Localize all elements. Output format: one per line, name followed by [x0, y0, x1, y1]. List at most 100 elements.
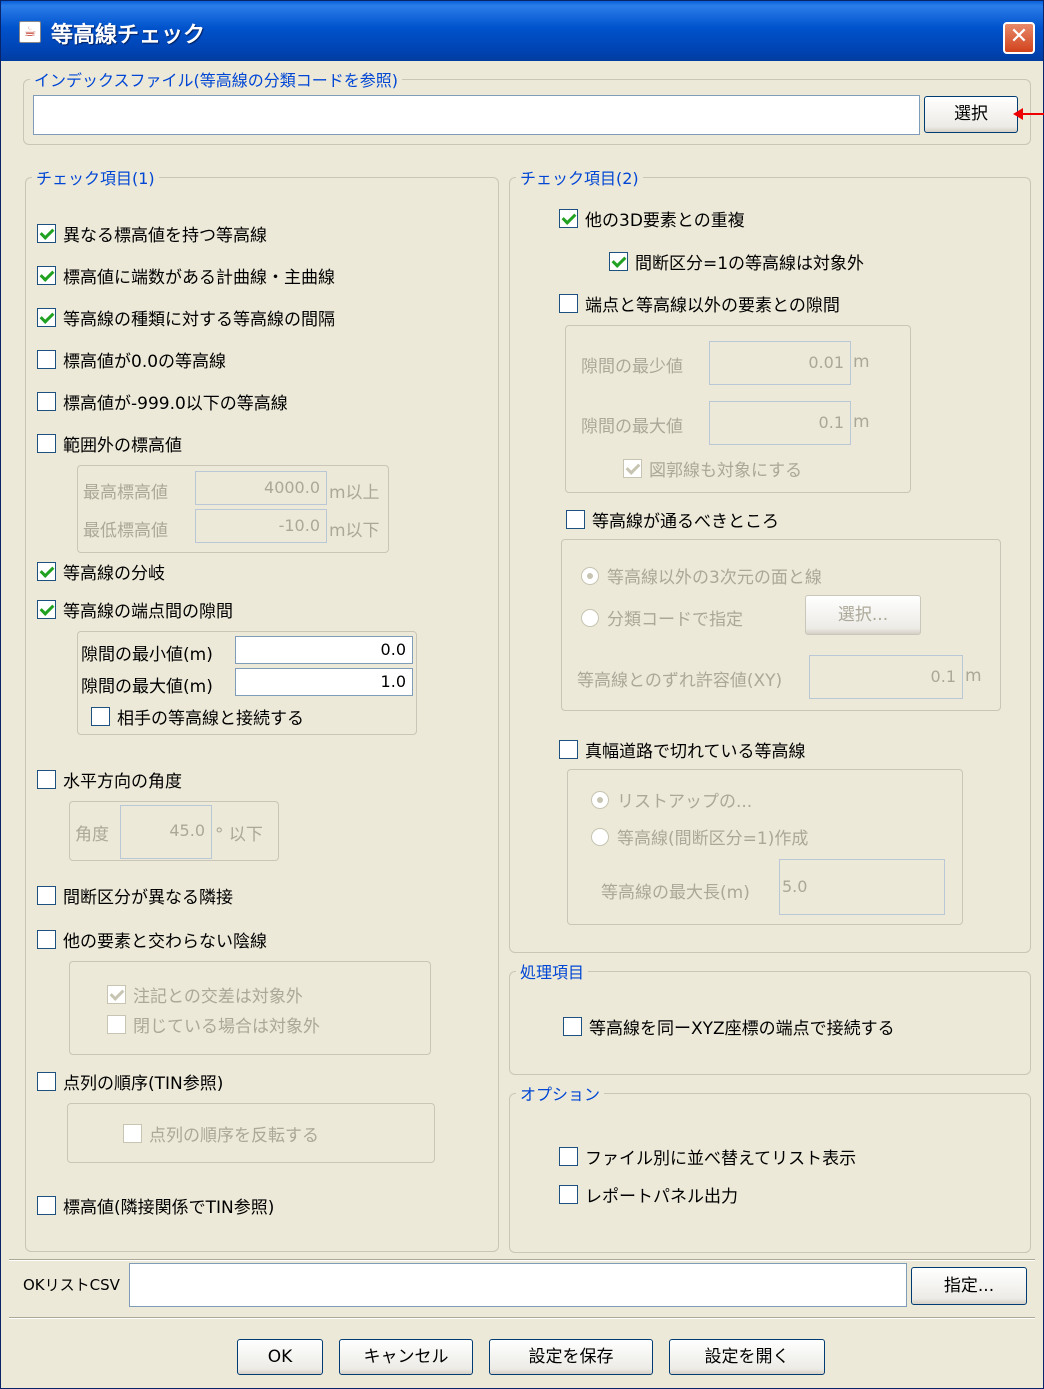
dialog-window: ☕ 等高線チェック ✕ インデックスファイル(等高線の分類コードを参照) 選択 … [0, 0, 1044, 1389]
radio-3d-surfaces-label: 等高線以外の3次元の面と線 [607, 568, 822, 588]
check-sort-by-file[interactable]: ファイル別に並べ替えてリスト表示 [559, 1144, 856, 1169]
check-road-cut[interactable]: 真幅道路で切れている等高線 [559, 737, 806, 762]
checkbox-checked[interactable] [37, 266, 56, 285]
checkbox[interactable] [563, 1017, 582, 1036]
title-bar[interactable]: ☕ 等高線チェック ✕ [1, 1, 1043, 61]
check-different-elev[interactable]: 異なる標高値を持つ等高線 [37, 221, 267, 246]
check-should-pass[interactable]: 等高線が通るべきところ [566, 507, 779, 532]
cancel-button[interactable]: キャンセル [339, 1339, 473, 1375]
radio-listup[interactable]: リストアップの... [591, 787, 752, 812]
checkbox-checked[interactable] [37, 562, 56, 581]
checkbox[interactable] [566, 510, 585, 529]
check-break-adjacent-label: 間断区分が異なる隣接 [63, 888, 233, 908]
checkbox[interactable] [559, 1185, 578, 1204]
gap-max-input[interactable]: 1.0 [235, 668, 413, 696]
checkbox[interactable] [37, 350, 56, 369]
check-fraction[interactable]: 標高値に端数がある計曲線・主曲線 [37, 263, 335, 288]
checkbox[interactable] [37, 1196, 56, 1215]
check-frame-line[interactable]: 図郭線も対象にする [623, 456, 802, 481]
radio-code[interactable]: 分類コードで指定 [581, 605, 743, 630]
gap-max-label: 隙間の最大値(m) [81, 677, 213, 697]
max-elev-unit: m以上 [329, 483, 380, 503]
checkbox[interactable] [37, 770, 56, 789]
separator-bottom [9, 1317, 1035, 1319]
check-report-panel-label: レポートパネル出力 [585, 1187, 738, 1207]
checkbox-checked[interactable] [37, 600, 56, 619]
check-interval[interactable]: 等高線の種類に対する等高線の間隔 [37, 305, 335, 330]
checkbox[interactable] [559, 740, 578, 759]
check-connect-xyz[interactable]: 等高線を同ーXYZ座標の端点で接続する [563, 1014, 895, 1039]
gap-min-input[interactable]: 0.0 [235, 636, 413, 664]
check-branch[interactable]: 等高線の分岐 [37, 559, 165, 584]
ok-list-specify-button[interactable]: 指定... [911, 1267, 1027, 1305]
checkbox-checked-disabled[interactable] [107, 985, 126, 1004]
close-button[interactable]: ✕ [1003, 22, 1035, 54]
check-overlap-3d[interactable]: 他の3D要素との重複 [559, 206, 745, 231]
check-report-panel[interactable]: レポートパネル出力 [559, 1182, 738, 1207]
checkbox-checked[interactable] [37, 224, 56, 243]
check-connect-partner[interactable]: 相手の等高線と接続する [91, 704, 304, 729]
checkbox[interactable] [559, 294, 578, 313]
check-hidden-line[interactable]: 他の要素と交わらない陰線 [37, 927, 267, 952]
tolerance-input[interactable]: 0.1 [809, 655, 963, 699]
max-elev-input[interactable]: 4000.0 [195, 471, 327, 505]
index-file-input[interactable] [33, 95, 920, 135]
ok-list-input[interactable] [129, 1263, 907, 1307]
gap-min2-input[interactable]: 0.01 [709, 341, 851, 385]
check-sort-by-file-label: ファイル別に並べ替えてリスト表示 [585, 1149, 857, 1169]
check-break1-excluded-label: 間断区分=1の等高線は対象外 [635, 254, 865, 274]
ok-button[interactable]: OK [237, 1339, 323, 1375]
radio-disabled[interactable] [591, 827, 609, 846]
code-select-label: 選択... [837, 605, 889, 625]
checkbox-disabled[interactable] [123, 1124, 142, 1143]
checkbox-checked-disabled[interactable] [623, 459, 642, 478]
check-break1-excluded[interactable]: 間断区分=1の等高線は対象外 [609, 249, 864, 274]
open-settings-button[interactable]: 設定を開く [669, 1339, 825, 1375]
radio-selected-disabled[interactable] [581, 566, 599, 585]
angle-input[interactable]: 45.0 [120, 805, 212, 859]
checkbox[interactable] [37, 930, 56, 949]
check-break-adjacent[interactable]: 間断区分が異なる隣接 [37, 883, 233, 908]
angle-label: 角度 [75, 825, 109, 845]
check-annotation-excluded[interactable]: 注記との交差は対象外 [107, 982, 303, 1007]
max-length-input[interactable]: 5.0 [779, 859, 945, 915]
tolerance-unit: m [965, 666, 982, 686]
check-closed-excluded[interactable]: 閉じている場合は対象外 [107, 1012, 320, 1037]
radio-code-label: 分類コードで指定 [607, 610, 743, 630]
radio-3d-surfaces[interactable]: 等高線以外の3次元の面と線 [581, 563, 822, 588]
checkbox-checked[interactable] [559, 209, 578, 228]
gap-max2-input[interactable]: 0.1 [709, 401, 851, 445]
checkbox[interactable] [37, 434, 56, 453]
save-settings-button[interactable]: 設定を保存 [489, 1339, 653, 1375]
check-zero-label: 標高値が0.0の等高線 [63, 352, 227, 372]
radio-disabled[interactable] [581, 608, 599, 627]
check-horizontal-angle[interactable]: 水平方向の角度 [37, 767, 182, 792]
min-elev-unit: m以下 [329, 521, 380, 541]
checkbox[interactable] [37, 392, 56, 411]
radio-create[interactable]: 等高線(間断区分=1)作成 [591, 824, 808, 849]
check1-legend: チェック項目(1) [36, 169, 155, 188]
check-elev-adjacency[interactable]: 標高値(隣接関係でTIN参照) [37, 1193, 274, 1218]
check-out-of-range[interactable]: 範囲外の標高値 [37, 431, 182, 456]
check-zero[interactable]: 標高値が0.0の等高線 [37, 347, 226, 372]
check-minus999[interactable]: 標高値が-999.0以下の等高線 [37, 389, 288, 414]
checkbox[interactable] [37, 1072, 56, 1091]
checkbox-checked[interactable] [609, 252, 628, 271]
check-point-order[interactable]: 点列の順序(TIN参照) [37, 1069, 223, 1094]
checkbox-checked[interactable] [37, 308, 56, 327]
code-select-button[interactable]: 選択... [805, 595, 921, 635]
min-elev-label: 最低標高値 [83, 521, 168, 541]
checkbox[interactable] [37, 886, 56, 905]
min-elev-input[interactable]: -10.0 [195, 509, 327, 543]
check-endpoint-gap[interactable]: 等高線の端点間の隙間 [37, 597, 233, 622]
check-endpoint-other-gap[interactable]: 端点と等高線以外の要素との隙間 [559, 291, 840, 316]
check-reverse-order[interactable]: 点列の順序を反転する [123, 1121, 319, 1146]
radio-selected-disabled[interactable] [591, 790, 609, 809]
ok-list-label: OKリストCSV [23, 1276, 120, 1294]
check-out-of-range-label: 範囲外の標高値 [63, 436, 182, 456]
checkbox[interactable] [559, 1147, 578, 1166]
checkbox-disabled[interactable] [107, 1015, 126, 1034]
checkbox[interactable] [91, 707, 110, 726]
gap-max2-unit: m [853, 412, 870, 432]
index-file-select-button[interactable]: 選択 [924, 96, 1018, 133]
